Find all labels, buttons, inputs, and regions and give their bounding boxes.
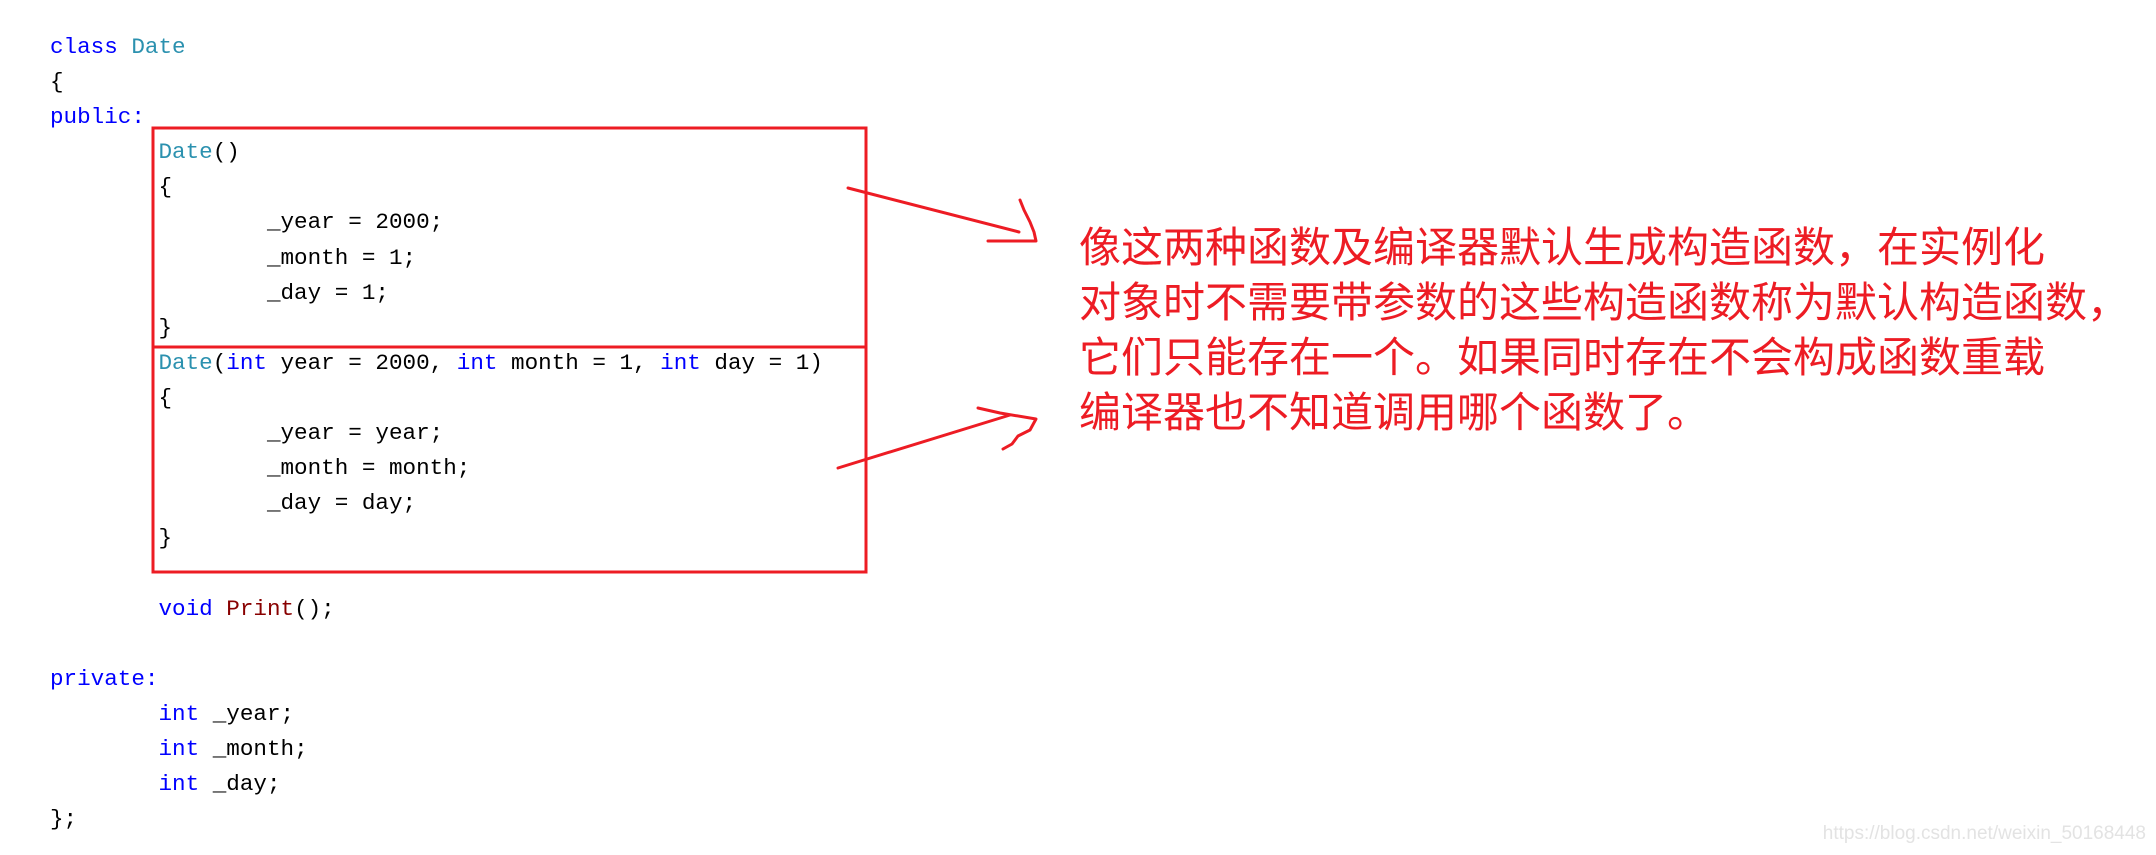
code-function-name: Print: [226, 595, 295, 622]
code-text: month = 1,: [497, 349, 661, 376]
code-keyword: private:: [50, 665, 159, 692]
code-keyword: class: [50, 34, 118, 60]
code-keyword: int: [158, 700, 200, 727]
arrow-icon-bottom: [836, 406, 1038, 470]
code-text: (): [212, 139, 240, 166]
code-text: }: [158, 314, 173, 341]
code-text: year = 2000,: [266, 349, 457, 376]
arrow-top-shaft: [846, 186, 1021, 234]
code-text: {: [158, 384, 173, 411]
annotation-line: 编译器也不知道调用哪个函数了。: [1079, 388, 1710, 437]
code-text: _year = 2000;: [266, 209, 444, 236]
code-text: _year;: [199, 700, 295, 727]
code-text: _month;: [199, 735, 308, 762]
code-line: _year = year;: [50, 416, 823, 451]
code-keyword: int: [158, 735, 200, 762]
code-line: {: [50, 65, 823, 100]
code-line: }: [50, 311, 823, 346]
code-line: Date(int year = 2000, int month = 1, int…: [50, 346, 823, 381]
code-text: (: [212, 349, 227, 376]
code-line: private:: [50, 662, 823, 697]
code-line: _year = 2000;: [50, 205, 823, 240]
arrow-icon-top: [846, 186, 1038, 243]
code-line: void Print();: [50, 592, 823, 627]
code-text: _day;: [199, 770, 281, 797]
code-line: class Date: [50, 30, 823, 65]
code-text: }: [158, 525, 173, 552]
code-line: _day = 1;: [50, 276, 823, 311]
code-line: _day = day;: [50, 486, 823, 521]
code-type-name: Date: [158, 139, 213, 166]
annotation-line: 它们只能存在一个。如果同时存在不会构成函数重载: [1079, 333, 2046, 382]
code-line: _month = month;: [50, 451, 823, 486]
code-text: _month = 1;: [266, 244, 417, 271]
code-line: };: [50, 802, 823, 837]
code-text: };: [50, 806, 78, 833]
watermark: https://blog.csdn.net/weixin_50168448: [1822, 823, 2146, 844]
code-keyword: int: [660, 349, 701, 376]
code-line: }: [50, 521, 823, 556]
code-text: day = 1): [700, 349, 823, 376]
annotation-line: 对象时不需要带参数的这些构造函数称为默认构造函数，: [1079, 278, 2130, 327]
annotation-text: 像这两种函数及编译器默认生成构造函数，在实例化 对象时不需要带参数的这些构造函数…: [1079, 220, 2129, 440]
code-text: _day = 1;: [266, 279, 389, 306]
code-keyword: public:: [50, 104, 145, 131]
code-line: int _day;: [50, 767, 823, 802]
code-type-name: Date: [131, 34, 186, 60]
code-line: int _year;: [50, 697, 823, 732]
code-text: ();: [294, 595, 335, 622]
code-text: _month = month;: [266, 455, 471, 482]
code-keyword: int: [456, 349, 498, 376]
code-text: {: [158, 174, 173, 201]
code-text: _day = day;: [266, 490, 417, 517]
arrow-bottom-shaft: [836, 413, 1012, 470]
code-type-name: Date: [158, 349, 213, 376]
code-line: _month = 1;: [50, 241, 823, 276]
code-text: _year = year;: [266, 420, 444, 447]
arrow-bottom-head: [976, 406, 1038, 451]
code-keyword: void: [158, 595, 213, 622]
code-line: {: [50, 170, 823, 205]
code-keyword: int: [226, 349, 267, 376]
code-text: {: [50, 69, 64, 96]
code-line: Date(): [50, 135, 823, 170]
code-keyword: int: [158, 770, 200, 797]
code-line: int _month;: [50, 732, 823, 767]
annotation-line: 像这两种函数及编译器默认生成构造函数，在实例化: [1079, 223, 2046, 272]
code-line: {: [50, 381, 823, 416]
arrow-top-head: [986, 198, 1038, 243]
code-line: public:: [50, 100, 823, 135]
code-block: class Date{public: Date() { _year = 2000…: [50, 30, 823, 837]
